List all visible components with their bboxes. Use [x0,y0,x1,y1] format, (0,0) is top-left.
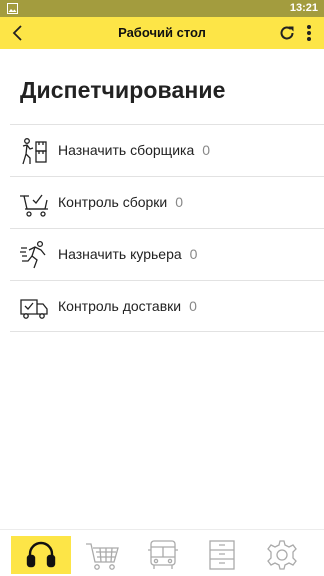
bus-icon [148,540,178,569]
runner-icon [20,240,46,269]
status-bar: 13:21 [0,0,324,17]
refresh-icon [280,26,294,40]
more-menu-button[interactable] [302,22,316,44]
item-count: 0 [202,142,211,158]
page-title: Диспетчирование [20,77,226,103]
item-count: 0 [189,246,198,262]
refresh-button[interactable] [276,22,298,44]
tab-storage[interactable] [192,536,252,574]
list-item-label: Назначить сборщика 0 [58,142,211,158]
list-item-assign-courier[interactable]: Назначить курьера 0 [10,228,324,280]
tab-dispatch[interactable] [11,536,71,574]
toolbar: Рабочий стол [0,17,324,49]
tab-transport[interactable] [133,536,193,574]
list-item-label: Контроль сборки 0 [58,194,184,210]
headset-icon [26,541,56,568]
list-item-assembly-control[interactable]: Контроль сборки 0 [10,176,324,228]
status-time: 13:21 [289,2,318,14]
cabinet-icon [209,540,235,570]
truck-check-icon [20,299,48,319]
more-vertical-icon [307,25,311,41]
cart-check-icon [20,194,48,217]
assign-picker-icon [22,138,47,165]
gear-icon [267,540,297,570]
gallery-icon [7,3,18,14]
dispatch-list: Назначить сборщика 0 Контроль сборки 0 Наз… [10,124,324,332]
list-item-delivery-control[interactable]: Контроль доставки 0 [10,280,324,332]
list-item-assign-picker[interactable]: Назначить сборщика 0 [10,124,324,176]
list-item-label: Назначить курьера 0 [58,246,198,262]
cart-icon [86,543,119,570]
tab-orders[interactable] [72,536,132,574]
list-item-label: Контроль доставки 0 [58,298,197,314]
bottom-navigation [0,529,324,576]
tab-settings[interactable] [252,536,312,574]
item-count: 0 [175,194,184,210]
item-count: 0 [189,298,197,314]
